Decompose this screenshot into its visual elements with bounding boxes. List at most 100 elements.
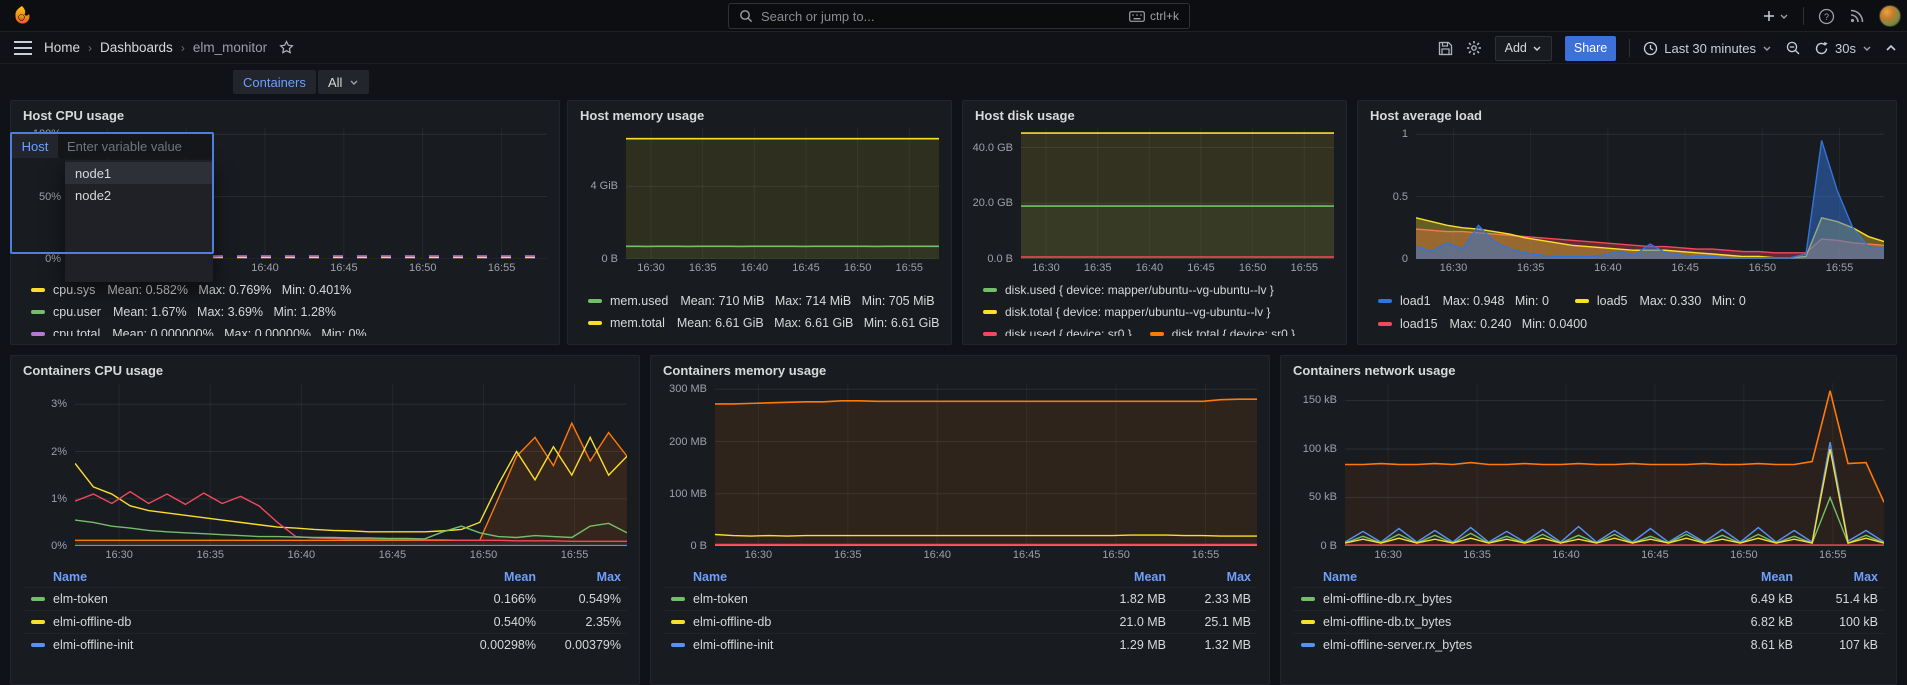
breadcrumb-dashboards[interactable]: Dashboards — [100, 40, 173, 55]
series-swatch — [671, 643, 685, 647]
grafana-logo[interactable] — [10, 4, 34, 28]
panel-title[interactable]: Containers network usage — [1293, 363, 1884, 383]
legend: disk.used { device: mapper/ubuntu--vg-ub… — [975, 279, 1334, 336]
add-button[interactable]: Add — [1495, 36, 1552, 61]
gear-icon[interactable] — [1466, 40, 1482, 56]
column-header-max[interactable]: Max — [542, 570, 627, 584]
zoom-out-icon[interactable] — [1785, 40, 1801, 56]
y-tick-label: 0% — [51, 540, 67, 552]
x-tick-label: 16:35 — [689, 262, 717, 274]
x-tick-label: 16:50 — [470, 549, 498, 561]
global-search-input[interactable]: Search or jump to... ctrl+k — [728, 3, 1190, 29]
legend-table-row[interactable]: elm-token 0.166% 0.549% — [23, 587, 627, 610]
panel-title[interactable]: Host average load — [1370, 108, 1884, 128]
column-header-mean[interactable]: Mean — [1077, 570, 1172, 584]
search-icon — [739, 9, 753, 23]
containers-variable-label: Containers — [233, 70, 316, 94]
column-header-name[interactable]: Name — [53, 570, 447, 584]
containers-cpu-chart[interactable]: 0%1%2%3% 16:3016:3516:4016:4516:5016:55 — [23, 383, 627, 563]
containers-memory-chart[interactable]: 0 B100 MB200 MB300 MB 16:3016:3516:4016:… — [663, 383, 1257, 563]
legend-item[interactable]: disk.used { device: sr0 } — [975, 323, 1132, 336]
chevron-up-icon[interactable] — [1885, 43, 1897, 53]
series-swatch — [1150, 332, 1164, 336]
share-button[interactable]: Share — [1565, 36, 1616, 61]
star-icon[interactable] — [279, 40, 294, 55]
menu-toggle-icon[interactable] — [14, 41, 32, 55]
x-tick-label: 16:45 — [1013, 549, 1041, 561]
y-tick-label: 0 B — [690, 540, 707, 552]
dropdown-option[interactable]: node1 — [65, 162, 213, 184]
y-tick-label: 100 kB — [1303, 443, 1337, 455]
panel-title[interactable]: Host disk usage — [975, 108, 1334, 128]
column-header-max[interactable]: Max — [1799, 570, 1884, 584]
time-range-picker[interactable]: Last 30 minutes — [1643, 41, 1772, 56]
dropdown-option[interactable]: node2 — [65, 184, 213, 206]
series-swatch — [983, 332, 997, 336]
legend-item[interactable]: cpu.sys Mean: 0.582% Max: 0.769% Min: 0.… — [23, 279, 547, 301]
series-swatch — [31, 288, 45, 292]
legend-table-row[interactable]: elmi-offline-db 21.0 MB 25.1 MB — [663, 610, 1257, 633]
legend-item[interactable]: mem.total Mean: 6.61 GiB Max: 6.61 GiB M… — [580, 312, 939, 334]
column-header-name[interactable]: Name — [1323, 570, 1704, 584]
legend-table-row[interactable]: elmi-offline-init 0.00298% 0.00379% — [23, 633, 627, 656]
x-tick-label: 16:35 — [1463, 549, 1491, 561]
panel-title[interactable]: Host CPU usage — [23, 108, 547, 128]
y-tick-label: 2% — [51, 446, 67, 458]
legend-table-row[interactable]: elmi-offline-db.rx_bytes 6.49 kB 51.4 kB — [1293, 587, 1884, 610]
host-variable-dropdown: node1 node2 — [65, 160, 213, 282]
column-header-mean[interactable]: Mean — [447, 570, 542, 584]
legend-table-row[interactable]: elmi-offline-server.rx_bytes 8.61 kB 107… — [1293, 633, 1884, 656]
x-tick-label: 16:45 — [379, 549, 407, 561]
y-tick-label: 50 kB — [1309, 491, 1337, 503]
legend: mem.used Mean: 710 MiB Max: 714 MiB Min:… — [580, 290, 939, 336]
panel-title[interactable]: Host memory usage — [580, 108, 939, 128]
column-header-name[interactable]: Name — [693, 570, 1077, 584]
series-swatch — [1301, 597, 1315, 601]
series-swatch — [1575, 299, 1589, 303]
breadcrumb-home[interactable]: Home — [44, 40, 80, 55]
column-header-mean[interactable]: Mean — [1704, 570, 1799, 584]
legend-item[interactable]: cpu.total Mean: 0.000000% Max: 0.00000% … — [23, 323, 547, 336]
legend-item[interactable]: load1 Max: 0.948 Min: 0 — [1370, 290, 1549, 312]
host-load-chart[interactable]: 00.51 16:3016:3516:4016:4516:5016:55 — [1370, 128, 1884, 276]
legend-item[interactable]: mem.used Mean: 710 MiB Max: 714 MiB Min:… — [580, 290, 939, 312]
refresh-picker[interactable]: 30s — [1814, 41, 1872, 56]
series-swatch — [31, 597, 45, 601]
legend-table-header: Name Mean Max — [1293, 567, 1884, 587]
x-tick-label: 16:55 — [1819, 549, 1847, 561]
legend-table-row[interactable]: elm-token 1.82 MB 2.33 MB — [663, 587, 1257, 610]
series-swatch — [983, 310, 997, 314]
breadcrumb-separator: › — [181, 41, 185, 55]
series-swatch — [671, 597, 685, 601]
legend-table-row[interactable]: elmi-offline-db.tx_bytes 6.82 kB 100 kB — [1293, 610, 1884, 633]
host-disk-chart[interactable]: 0.0 B20.0 GB40.0 GB 16:3016:3516:4016:45… — [975, 128, 1334, 276]
host-variable-input[interactable] — [58, 134, 212, 158]
column-header-max[interactable]: Max — [1172, 570, 1257, 584]
chevron-down-icon — [1762, 43, 1772, 53]
legend: cpu.sys Mean: 0.582% Max: 0.769% Min: 0.… — [23, 279, 547, 336]
legend-item[interactable]: disk.total { device: sr0 } — [1142, 323, 1295, 336]
containers-variable-value[interactable]: All — [318, 70, 369, 94]
legend-table-row[interactable]: elmi-offline-init 1.29 MB 1.32 MB — [663, 633, 1257, 656]
panel-title[interactable]: Containers memory usage — [663, 363, 1257, 383]
series-swatch — [31, 643, 45, 647]
save-icon[interactable] — [1438, 41, 1453, 56]
legend-table-row[interactable]: elmi-offline-db 0.540% 2.35% — [23, 610, 627, 633]
new-add-button[interactable] — [1762, 9, 1789, 23]
y-tick-label: 0.0 B — [987, 253, 1013, 265]
news-button[interactable] — [1849, 8, 1865, 24]
host-memory-chart[interactable]: 0 B4 GiB 16:3016:3516:4016:4516:5016:55 — [580, 128, 939, 276]
user-avatar[interactable] — [1879, 5, 1901, 27]
legend-item[interactable]: disk.used { device: mapper/ubuntu--vg-ub… — [975, 279, 1274, 301]
legend-item[interactable]: load5 Max: 0.330 Min: 0 — [1567, 290, 1746, 312]
y-tick-label: 40.0 GB — [973, 142, 1013, 154]
legend-item[interactable]: load15 Max: 0.240 Min: 0.0400 — [1370, 313, 1587, 335]
legend-item[interactable]: disk.total { device: mapper/ubuntu--vg-u… — [975, 301, 1270, 323]
x-tick-label: 16:35 — [1517, 262, 1545, 274]
help-button[interactable]: ? — [1818, 8, 1835, 25]
containers-network-chart[interactable]: 0 B50 kB100 kB150 kB 16:3016:3516:4016:4… — [1293, 383, 1884, 563]
x-tick-label: 16:35 — [196, 549, 224, 561]
chevron-down-icon — [349, 77, 359, 87]
panel-title[interactable]: Containers CPU usage — [23, 363, 627, 383]
legend-item[interactable]: cpu.user Mean: 1.67% Max: 3.69% Min: 1.2… — [23, 301, 547, 323]
